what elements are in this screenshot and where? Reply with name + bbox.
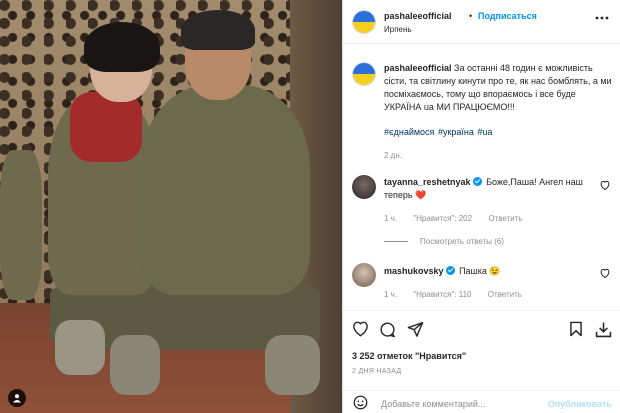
photo-boot xyxy=(55,320,105,375)
post-location[interactable]: Ирпень xyxy=(384,25,412,34)
photo-woman-hair xyxy=(84,22,160,72)
commenter-avatar[interactable] xyxy=(352,175,376,199)
view-replies-button[interactable]: Посмотреть ответы (6) xyxy=(384,237,504,246)
comment-text: Пашка xyxy=(459,266,487,276)
comment-item: mashukovsky Пашка 😉 xyxy=(384,265,594,278)
post-date[interactable]: 2 ДНЯ НАЗАД xyxy=(352,368,401,375)
caption-timestamp[interactable]: 2 дн. xyxy=(384,151,402,160)
comment-composer: Добавьте комментарий... Опубликовать xyxy=(343,390,620,413)
photo-boot xyxy=(110,335,160,395)
publish-button[interactable]: Опубликовать xyxy=(548,399,612,409)
comment-icon[interactable] xyxy=(379,321,396,340)
hashtag-link[interactable]: #україна xyxy=(438,127,474,137)
smiley-icon[interactable] xyxy=(353,395,368,412)
verified-badge-icon xyxy=(472,177,482,186)
comment-like-heart-icon[interactable] xyxy=(600,180,610,192)
more-icon[interactable] xyxy=(595,12,609,22)
commenter-avatar[interactable] xyxy=(352,263,376,287)
photo-boot xyxy=(265,335,320,395)
post-photo[interactable] xyxy=(0,0,342,413)
comment-item: tayanna_reshetnyak Боже,Паша! Ангел наш … xyxy=(384,176,594,202)
heart-emoji: ❤️ xyxy=(415,190,427,200)
photo-man-body xyxy=(140,85,310,295)
post-side-panel: pashaleeofficial • Подписаться Ирпень pa… xyxy=(342,0,620,413)
share-icon[interactable] xyxy=(407,321,424,339)
comment-meta: 1 ч. "Нравится": 110 Ответить xyxy=(384,290,536,299)
caption-username[interactable]: pashaleeofficial xyxy=(384,63,452,73)
separator-dot: • xyxy=(469,11,473,21)
user-tag-icon[interactable] xyxy=(8,389,26,407)
verified-badge-icon xyxy=(445,266,455,275)
follow-button[interactable]: Подписаться xyxy=(478,11,537,21)
caption-author-avatar[interactable] xyxy=(352,62,376,86)
post-header: pashaleeofficial • Подписаться Ирпень xyxy=(343,0,620,44)
photo-person-partial xyxy=(0,150,42,300)
comment-reply-button[interactable]: Ответить xyxy=(488,290,522,299)
commenter-username[interactable]: mashukovsky xyxy=(384,266,444,276)
author-username[interactable]: pashaleeofficial xyxy=(384,11,452,21)
comment-likes[interactable]: "Нравится": 110 xyxy=(413,290,471,299)
commenter-username[interactable]: tayanna_reshetnyak xyxy=(384,177,471,187)
hashtag-link[interactable]: #ua xyxy=(477,127,492,137)
comment-meta: 1 ч. "Нравится": 202 Ответить xyxy=(384,214,537,223)
comment-reply-button[interactable]: Ответить xyxy=(488,214,522,223)
author-avatar[interactable] xyxy=(352,10,376,34)
post-action-bar xyxy=(343,310,620,350)
download-icon[interactable] xyxy=(595,321,612,340)
comment-time[interactable]: 1 ч. xyxy=(384,290,397,299)
bookmark-icon[interactable] xyxy=(569,321,583,339)
comment-input[interactable]: Добавьте комментарий... xyxy=(381,399,485,409)
view-replies-label: Посмотреть ответы (6) xyxy=(420,237,505,246)
wink-emoji: 😉 xyxy=(489,266,501,276)
heart-icon[interactable] xyxy=(352,321,369,339)
comment-time[interactable]: 1 ч. xyxy=(384,214,397,223)
replies-line xyxy=(384,241,408,243)
likes-count[interactable]: 3 252 отметок "Нравится" xyxy=(352,351,466,361)
hashtag-list: #єднаймося #україна #ua xyxy=(384,127,493,137)
photo-man-hat xyxy=(181,10,255,50)
comment-like-heart-icon[interactable] xyxy=(600,268,610,280)
hashtag-link[interactable]: #єднаймося xyxy=(384,127,434,137)
photo-woman-vest xyxy=(70,92,142,162)
comment-likes[interactable]: "Нравится": 202 xyxy=(413,214,472,223)
post-caption: pashaleeofficial За останні 48 годин є м… xyxy=(384,62,612,114)
